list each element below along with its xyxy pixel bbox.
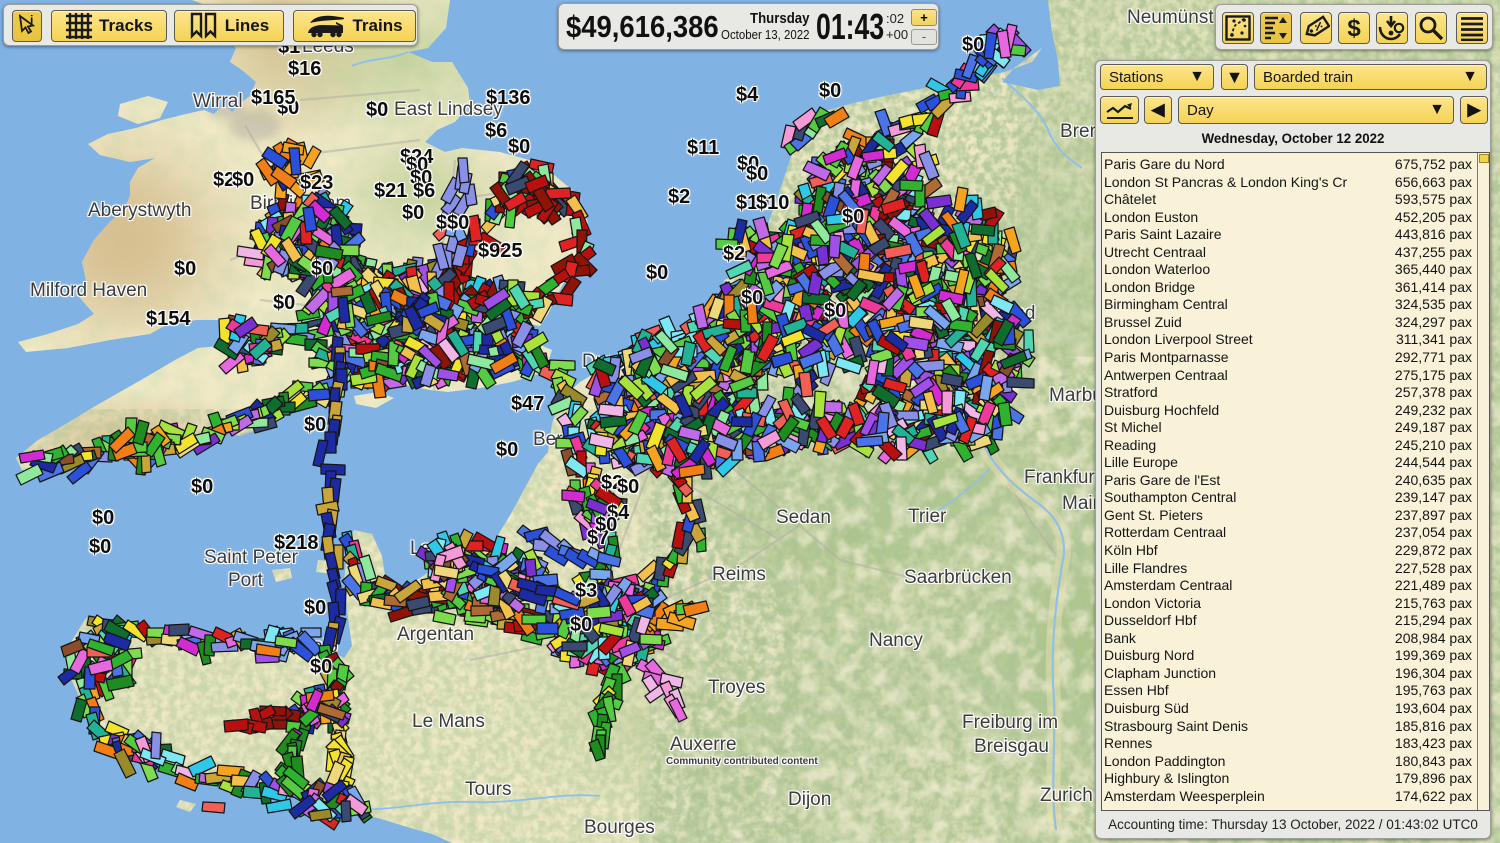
svg-text:i: i — [30, 14, 33, 27]
svg-text:$: $ — [1347, 15, 1361, 41]
